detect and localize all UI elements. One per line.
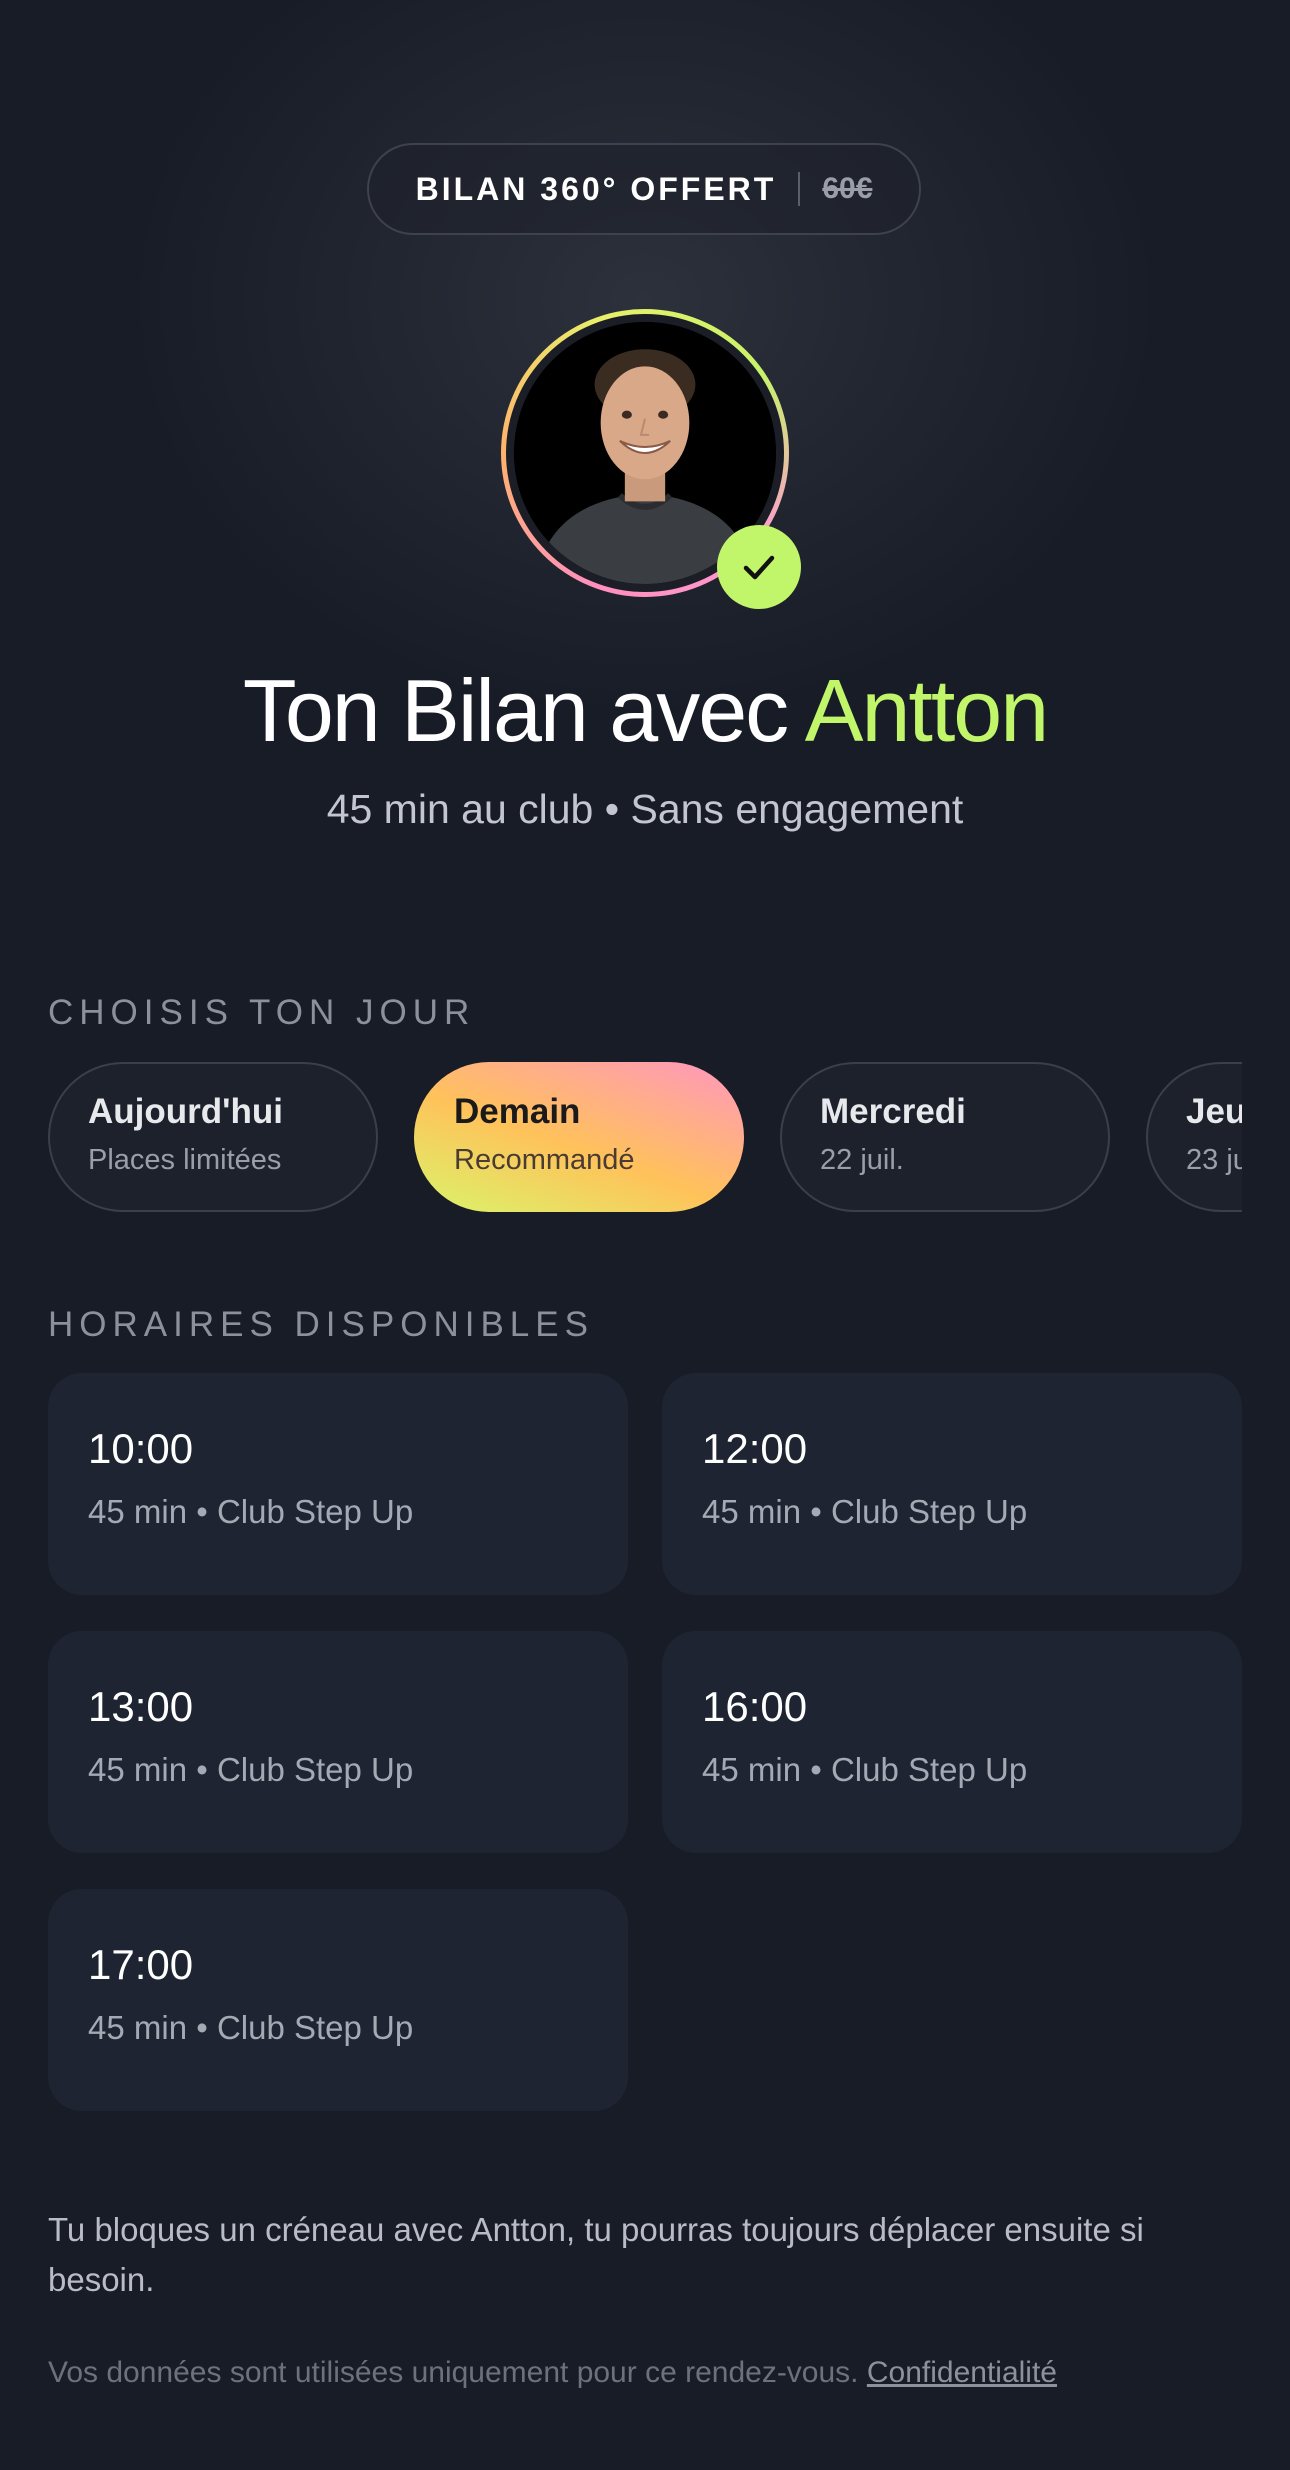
day-chip-thursday[interactable]: Jeudi 23 juil. bbox=[1146, 1062, 1242, 1212]
offer-old-price: 60€ bbox=[822, 172, 873, 205]
privacy-text: Vos données sont utilisées uniquement po… bbox=[48, 2356, 867, 2389]
privacy-link[interactable]: Confidentialité bbox=[867, 2356, 1057, 2389]
slot-time: 13:00 bbox=[88, 1683, 194, 1730]
slot-time: 17:00 bbox=[88, 1941, 194, 1988]
check-icon bbox=[743, 555, 775, 580]
day-subtext: 22 juil. bbox=[820, 1144, 904, 1176]
day-chip-today[interactable]: Aujourd'hui Places limitées bbox=[48, 1062, 378, 1212]
slot-time: 16:00 bbox=[702, 1683, 808, 1730]
time-slot-1700[interactable]: 17:00 45 min • Club Step Up bbox=[48, 1889, 628, 2111]
verified-badge bbox=[717, 525, 801, 609]
day-name: Jeudi bbox=[1186, 1092, 1242, 1131]
privacy-notice: Vos données sont utilisées uniquement po… bbox=[48, 2356, 1248, 2390]
slot-meta: 45 min • Club Step Up bbox=[88, 1493, 414, 1530]
slot-time: 12:00 bbox=[702, 1425, 808, 1472]
slot-meta: 45 min • Club Step Up bbox=[702, 1751, 1028, 1788]
slot-meta: 45 min • Club Step Up bbox=[88, 1751, 414, 1788]
time-slot-1000[interactable]: 10:00 45 min • Club Step Up bbox=[48, 1373, 628, 1595]
day-subtext: Places limitées bbox=[88, 1144, 282, 1176]
booking-page: BILAN 360° OFFERT 60€ Ton Bilan avec Ant… bbox=[0, 0, 1290, 2470]
time-slot-1600[interactable]: 16:00 45 min • Club Step Up bbox=[662, 1631, 1242, 1853]
title-prefix: Ton Bilan avec bbox=[242, 661, 805, 760]
day-subtext: Recommandé bbox=[454, 1144, 635, 1176]
slot-time: 10:00 bbox=[88, 1425, 194, 1472]
booking-note: Tu bloques un créneau avec Antton, tu po… bbox=[48, 2211, 1144, 2298]
days-section-label: CHOISIS TON JOUR bbox=[48, 993, 476, 1032]
slot-meta: 45 min • Club Step Up bbox=[702, 1493, 1028, 1530]
slot-meta: 45 min • Club Step Up bbox=[88, 2009, 414, 2046]
offer-label: BILAN 360° OFFERT bbox=[415, 170, 777, 207]
page-title: Ton Bilan avec Antton bbox=[0, 660, 1290, 762]
time-slot-1300[interactable]: 13:00 45 min • Club Step Up bbox=[48, 1631, 628, 1853]
offer-badge: BILAN 360° OFFERT 60€ bbox=[367, 143, 921, 235]
day-selector[interactable]: Aujourd'hui Places limitées Demain Recom… bbox=[48, 1062, 1242, 1212]
day-subtext: 23 juil. bbox=[1186, 1144, 1242, 1176]
time-slot-1200[interactable]: 12:00 45 min • Club Step Up bbox=[662, 1373, 1242, 1595]
page-subtitle: 45 min au club • Sans engagement bbox=[326, 786, 964, 832]
day-chip-wednesday[interactable]: Mercredi 22 juil. bbox=[780, 1062, 1110, 1212]
day-name: Demain bbox=[454, 1092, 581, 1131]
day-name: Mercredi bbox=[820, 1092, 966, 1131]
day-chip-tomorrow[interactable]: Demain Recommandé bbox=[414, 1062, 744, 1212]
slots-section-label: HORAIRES DISPONIBLES bbox=[48, 1305, 594, 1344]
day-name: Aujourd'hui bbox=[88, 1092, 283, 1131]
offer-divider bbox=[798, 172, 801, 206]
coach-name: Antton bbox=[804, 661, 1049, 760]
